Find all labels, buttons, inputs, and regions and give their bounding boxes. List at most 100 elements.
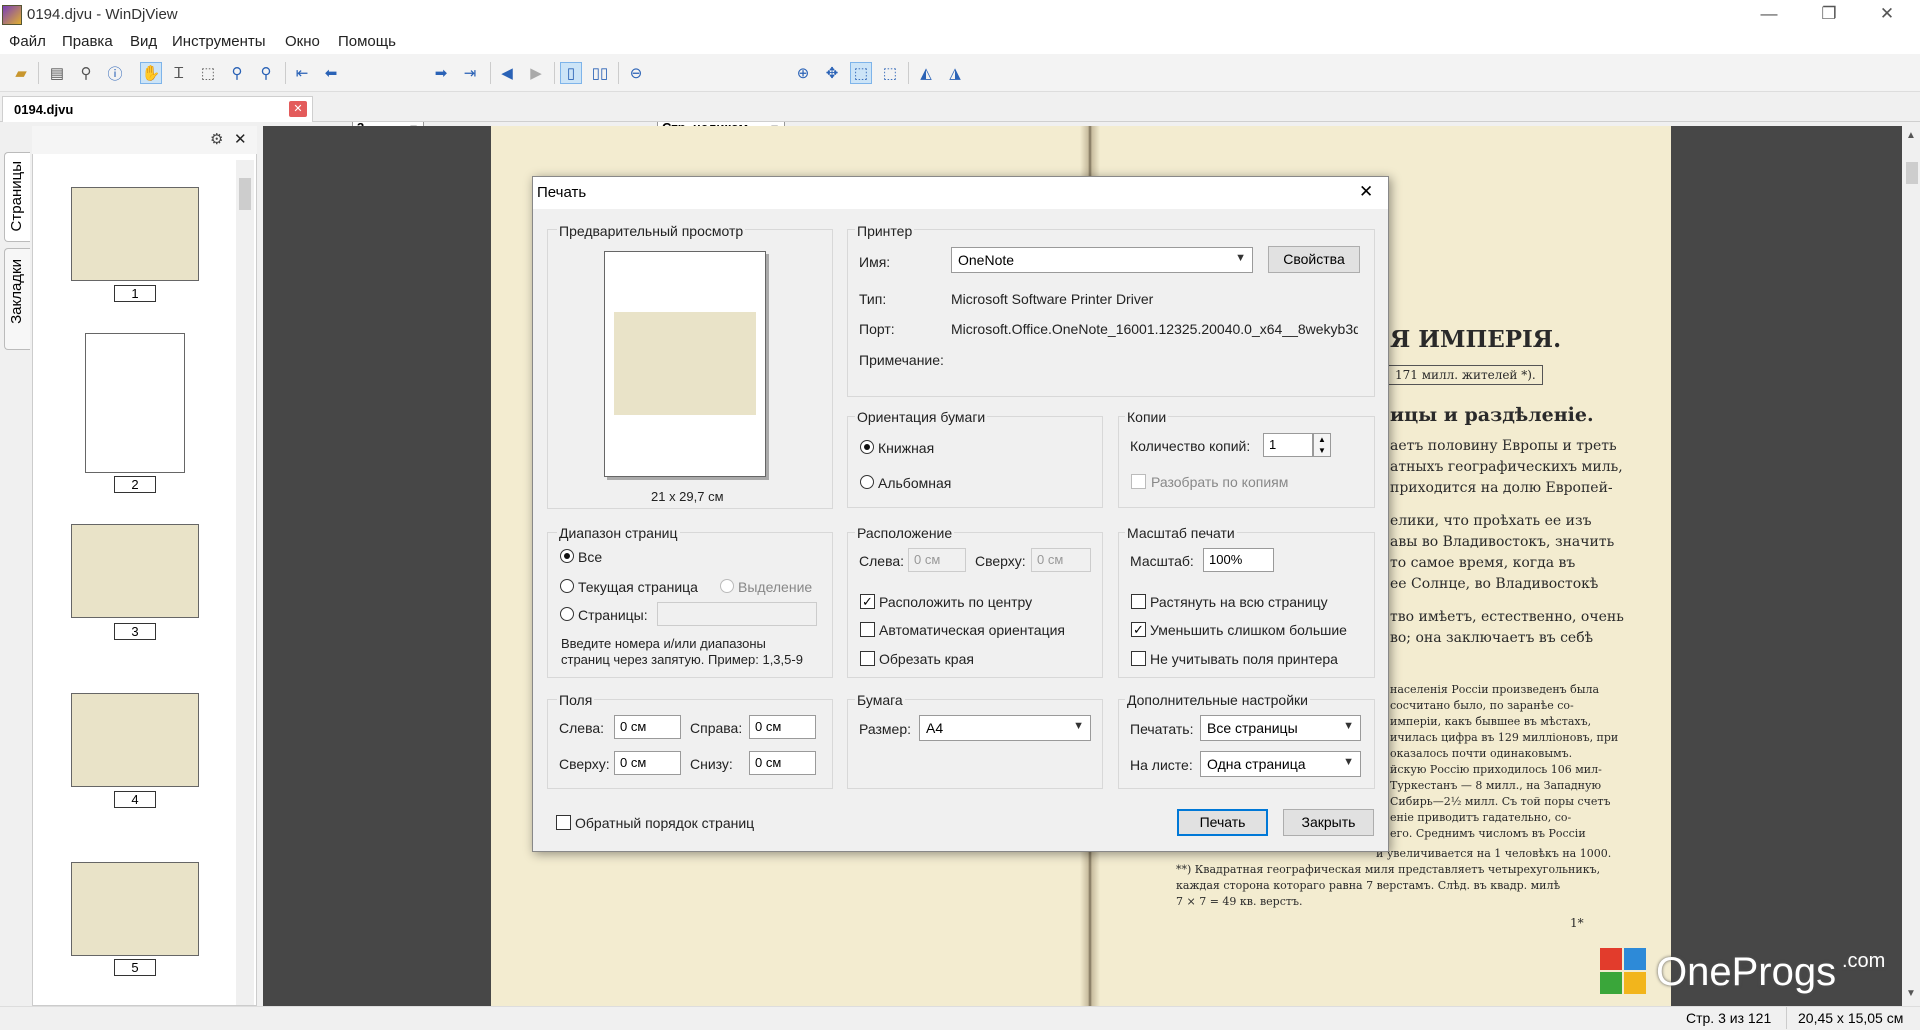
- find-icon[interactable]: ⚲: [75, 62, 97, 84]
- print-what-select[interactable]: Все страницы ▼: [1200, 715, 1361, 741]
- rotate-left-icon[interactable]: ◭: [915, 62, 937, 84]
- landscape-radio[interactable]: [860, 475, 874, 489]
- footnote-line: 7 × 7 = 49 кв. верстъ.: [1176, 895, 1303, 908]
- rect-select-icon[interactable]: ⬚: [197, 62, 219, 84]
- zoom-in-icon[interactable]: ⊕: [792, 62, 814, 84]
- stretch-checkbox[interactable]: [1131, 594, 1146, 609]
- thumbnail-page-4[interactable]: [71, 693, 199, 787]
- first-page-icon[interactable]: ⇤: [291, 62, 313, 84]
- placement-left-label: Слева:: [859, 553, 905, 569]
- prev-page-icon[interactable]: ⬅: [320, 62, 342, 84]
- copies-count-label: Количество копий:: [1130, 438, 1251, 454]
- paper-size-select[interactable]: A4 ▼: [919, 715, 1091, 741]
- copies-count-input[interactable]: 1: [1263, 433, 1313, 457]
- page-line: тво имѣетъ, естественно, очень: [1390, 609, 1624, 625]
- menu-tools[interactable]: Инструменты: [172, 33, 266, 50]
- thumbnail-page-1[interactable]: [71, 187, 199, 281]
- tab-bookmarks[interactable]: Закладки: [4, 248, 30, 350]
- margin-left-input[interactable]: 0 см: [614, 715, 681, 739]
- margin-bottom-input[interactable]: 0 см: [749, 751, 816, 775]
- rotate-right-icon[interactable]: ◮: [944, 62, 966, 84]
- ignore-margins-checkbox[interactable]: [1131, 651, 1146, 666]
- menu-view[interactable]: Вид: [130, 33, 157, 50]
- margin-right-input[interactable]: 0 см: [749, 715, 816, 739]
- last-page-icon[interactable]: ⇥: [459, 62, 481, 84]
- forward-icon[interactable]: ▶: [525, 62, 547, 84]
- toolbar-separator: [908, 62, 909, 84]
- shrink-checkbox[interactable]: ✓: [1131, 622, 1146, 637]
- print-icon[interactable]: ▤: [46, 62, 68, 84]
- thumbnail-page-2[interactable]: [85, 333, 185, 473]
- close-icon[interactable]: ✕: [234, 130, 247, 148]
- viewer-scrollbar[interactable]: ▲ ▼: [1902, 126, 1920, 1006]
- printer-properties-button[interactable]: Свойства: [1268, 246, 1360, 273]
- two-pages-icon[interactable]: ▯▯: [589, 62, 611, 84]
- thumbnail-page-5[interactable]: [71, 862, 199, 956]
- tab-close-icon[interactable]: ✕: [289, 101, 307, 117]
- page-line: [1390, 595, 1624, 607]
- printer-port-box: Microsoft.Office.OneNote_16001.12325.200…: [951, 321, 1358, 338]
- back-icon[interactable]: ◀: [496, 62, 518, 84]
- fit-page-icon[interactable]: ⬚: [850, 62, 872, 84]
- clip-edges-checkbox[interactable]: [860, 651, 875, 666]
- copies-spinner[interactable]: ▲ ▼: [1313, 433, 1331, 457]
- hand-tool-icon[interactable]: ✋: [140, 62, 162, 84]
- close-window-button[interactable]: ✕: [1864, 0, 1910, 30]
- printer-type-value: Microsoft Software Printer Driver: [951, 291, 1154, 307]
- scrollbar-thumb[interactable]: [239, 178, 251, 210]
- thumbnail-scrollbar[interactable]: [236, 160, 254, 1005]
- center-checkbox[interactable]: ✓: [860, 594, 875, 609]
- zoom-rect-tool-icon[interactable]: ⚲: [255, 62, 277, 84]
- auto-orientation-checkbox[interactable]: [860, 622, 875, 637]
- range-pages-label: Страницы:: [578, 607, 648, 623]
- close-button[interactable]: Закрыть: [1283, 809, 1374, 836]
- collate-checkbox[interactable]: [1131, 474, 1146, 489]
- dialog-close-icon[interactable]: ✕: [1359, 182, 1373, 202]
- print-button[interactable]: Печать: [1177, 809, 1268, 836]
- scroll-down-icon[interactable]: ▼: [1906, 988, 1916, 999]
- printer-name-select[interactable]: OneNote ▼: [951, 247, 1253, 273]
- reverse-order-checkbox[interactable]: [556, 815, 571, 830]
- placement-top-input[interactable]: 0 см: [1031, 548, 1091, 572]
- thumbnail-page-3[interactable]: [71, 524, 199, 618]
- tab-pages[interactable]: Страницы: [4, 152, 30, 242]
- clip-edges-label: Обрезать края: [879, 651, 974, 667]
- menu-bar: Файл Правка Вид Инструменты Окно Помощь: [0, 30, 1920, 54]
- range-current-radio[interactable]: [560, 579, 574, 593]
- watermark-suffix: .com: [1842, 950, 1886, 972]
- page-subheading: 171 милл. жителей *).: [1388, 365, 1543, 385]
- range-pages-input[interactable]: [657, 602, 817, 626]
- zoom-in-tool-icon[interactable]: ⚲: [226, 62, 248, 84]
- minimize-button[interactable]: —: [1746, 0, 1792, 30]
- margin-top-input[interactable]: 0 см: [614, 751, 681, 775]
- range-selection-radio[interactable]: [720, 579, 734, 593]
- scrollbar-thumb[interactable]: [1906, 162, 1918, 184]
- gear-icon[interactable]: ⚙: [210, 130, 223, 148]
- open-icon[interactable]: ▰: [10, 62, 32, 84]
- restore-button[interactable]: ❐: [1806, 0, 1852, 30]
- footnote-line: еніе приводитъ гадательно, со-: [1390, 811, 1572, 824]
- placement-left-input[interactable]: 0 см: [908, 548, 966, 572]
- menu-file[interactable]: Файл: [9, 33, 46, 50]
- actual-size-icon[interactable]: ⬚: [879, 62, 901, 84]
- placement-top-label: Сверху:: [975, 553, 1026, 569]
- text-select-icon[interactable]: Ꮖ: [168, 62, 190, 84]
- thumbnail-number: 3: [114, 623, 156, 640]
- fit-width-icon[interactable]: ✥: [821, 62, 843, 84]
- scale-input[interactable]: 100%: [1203, 548, 1274, 572]
- menu-edit[interactable]: Правка: [62, 33, 113, 50]
- single-page-icon[interactable]: ▯: [560, 62, 582, 84]
- portrait-radio[interactable]: [860, 440, 874, 454]
- thumbnail-number: 5: [114, 959, 156, 976]
- menu-help[interactable]: Помощь: [338, 33, 396, 50]
- tab-pages-label: Страницы: [8, 161, 25, 232]
- pages-per-sheet-select[interactable]: Одна страница ▼: [1200, 751, 1361, 777]
- range-pages-radio[interactable]: [560, 607, 574, 621]
- range-all-radio[interactable]: [560, 549, 574, 563]
- menu-window[interactable]: Окно: [285, 33, 320, 50]
- chevron-down-icon: ▼: [1073, 720, 1084, 732]
- next-page-icon[interactable]: ➡: [430, 62, 452, 84]
- scroll-up-icon[interactable]: ▲: [1906, 130, 1916, 141]
- zoom-out-icon[interactable]: ⊖: [625, 62, 647, 84]
- info-icon[interactable]: ⓘ: [104, 62, 126, 84]
